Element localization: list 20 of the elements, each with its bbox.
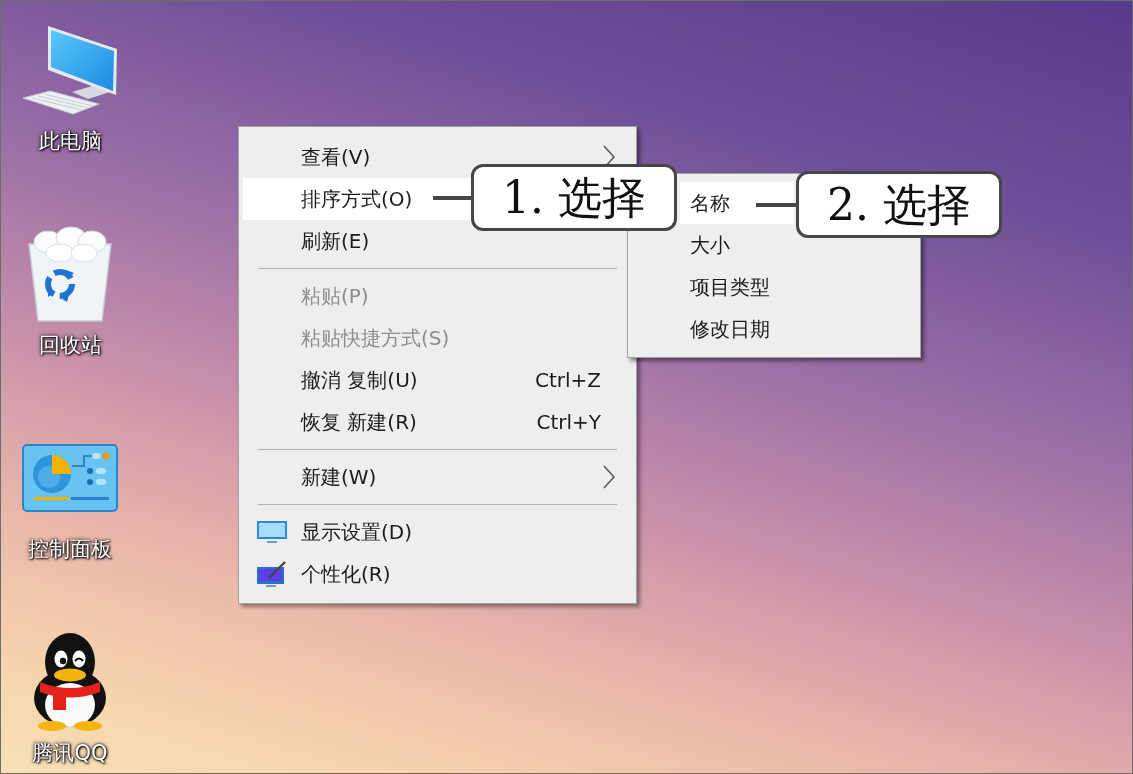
shortcut-label: Ctrl+Z [534, 368, 601, 392]
menu-item[interactable]: 排序方式(O) [243, 178, 471, 220]
desktop-shortcut[interactable]: 此电脑 [22, 17, 118, 154]
control-panel-icon [22, 444, 118, 512]
menu-item[interactable]: 大小 [680, 224, 794, 266]
menu-item[interactable]: 恢复 新建(R) Ctrl+Y [243, 401, 626, 443]
menu-item[interactable]: 修改日期 [680, 308, 794, 350]
computer-icon [22, 25, 118, 115]
step-callout: 2. 选择 [796, 171, 1002, 238]
menu-item[interactable]: 显示设置(D) [243, 511, 626, 553]
shortcut-label: Ctrl+Y [536, 410, 601, 434]
menu-item[interactable]: 项目类型 [680, 266, 794, 308]
monitor-pen-icon [257, 561, 287, 587]
monitor-icon [257, 520, 287, 544]
menu-item[interactable]: 个性化(R) [243, 553, 626, 595]
step-callout: 1. 选择 [471, 164, 677, 231]
menu-item[interactable]: 名称 [680, 182, 794, 224]
menu-item[interactable]: 新建(W) [243, 456, 626, 498]
menu-item[interactable]: 撤消 复制(U) Ctrl+Z [243, 359, 626, 401]
recycle-bin-icon [26, 226, 114, 322]
